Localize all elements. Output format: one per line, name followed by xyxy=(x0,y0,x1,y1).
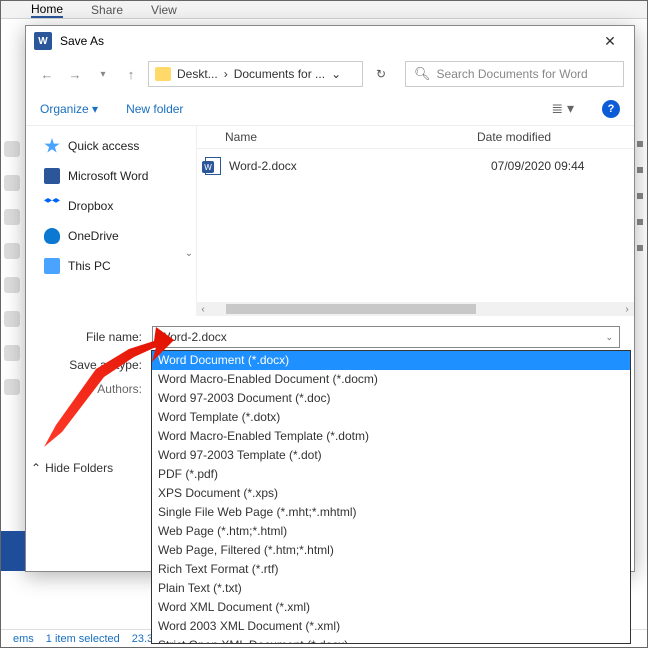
column-name[interactable]: Name xyxy=(197,130,477,144)
forward-button[interactable]: → xyxy=(64,63,86,85)
sidebar-onedrive[interactable]: OneDrive xyxy=(44,228,186,244)
dialog-title: Save As xyxy=(60,34,594,48)
ribbon-tab-home[interactable]: Home xyxy=(31,2,63,18)
sidebar-quick-access[interactable]: Quick access xyxy=(44,138,186,154)
background-blue-band xyxy=(1,531,25,571)
scroll-left-icon[interactable]: ‹ xyxy=(196,304,210,315)
scrollbar-thumb[interactable] xyxy=(226,304,476,314)
sidebar-this-pc[interactable]: This PC xyxy=(44,258,186,274)
background-right-fragment xyxy=(637,141,645,541)
breadcrumb-2[interactable]: Documents for ... xyxy=(234,67,325,81)
file-list: Name Date modified Word-2.docx 07/09/202… xyxy=(196,126,634,316)
dropdown-option[interactable]: Word Template (*.dotx) xyxy=(152,408,630,427)
search-icon: 🔍︎ xyxy=(414,66,431,82)
view-options-button[interactable]: ≣ ▾ xyxy=(551,100,574,117)
organize-button[interactable]: Organize ▾ xyxy=(40,102,98,116)
dropdown-option[interactable]: Single File Web Page (*.mht;*.mhtml) xyxy=(152,503,630,522)
scroll-right-icon[interactable]: › xyxy=(620,304,634,315)
new-folder-button[interactable]: New folder xyxy=(126,102,183,116)
dropdown-option[interactable]: Web Page, Filtered (*.htm;*.html) xyxy=(152,541,630,560)
word-icon xyxy=(44,168,60,184)
dropdown-option[interactable]: Web Page (*.htm;*.html) xyxy=(152,522,630,541)
file-name: Word-2.docx xyxy=(229,159,491,173)
back-button[interactable]: ← xyxy=(36,63,58,85)
authors-label: Authors: xyxy=(40,382,152,396)
explorer-ribbon: Home Share View xyxy=(1,1,647,19)
sidebar-dropbox[interactable]: Dropbox xyxy=(44,198,186,214)
dropbox-icon xyxy=(44,198,60,214)
horizontal-scrollbar[interactable]: ‹ › xyxy=(196,302,634,316)
address-dropdown[interactable]: ⌄ xyxy=(331,67,341,81)
nav-sidebar: Quick access Microsoft Word Dropbox OneD… xyxy=(26,126,196,316)
dropdown-option[interactable]: Word XML Document (*.xml) xyxy=(152,598,630,617)
background-sidebar xyxy=(4,141,20,395)
dropdown-option[interactable]: XPS Document (*.xps) xyxy=(152,484,630,503)
onedrive-icon xyxy=(44,228,60,244)
dropdown-option[interactable]: Word 97-2003 Document (*.doc) xyxy=(152,389,630,408)
pc-icon xyxy=(44,258,60,274)
star-icon xyxy=(44,138,60,154)
dropdown-option[interactable]: PDF (*.pdf) xyxy=(152,465,630,484)
nav-bar: ← → ▾ ↑ Deskt... › Documents for ... ⌄ ↻… xyxy=(26,56,634,92)
word-app-icon: W xyxy=(34,32,52,50)
address-bar[interactable]: Deskt... › Documents for ... ⌄ xyxy=(148,61,363,87)
column-date[interactable]: Date modified xyxy=(477,130,551,144)
breadcrumb-1[interactable]: Deskt... xyxy=(177,67,218,81)
dropdown-option[interactable]: Word Document (*.docx) xyxy=(152,351,630,370)
chevron-down-icon[interactable]: ⌄ xyxy=(605,332,613,343)
ribbon-tab-share[interactable]: Share xyxy=(91,3,123,17)
folder-icon xyxy=(155,67,171,81)
search-placeholder: Search Documents for Word xyxy=(437,67,588,81)
docx-icon xyxy=(205,157,221,175)
toolbar: Organize ▾ New folder ≣ ▾ ? xyxy=(26,92,634,126)
search-box[interactable]: 🔍︎ Search Documents for Word xyxy=(405,61,624,87)
dropdown-option[interactable]: Rich Text Format (*.rtf) xyxy=(152,560,630,579)
recent-button[interactable]: ▾ xyxy=(92,63,114,85)
help-button[interactable]: ? xyxy=(602,100,620,118)
status-items: ems xyxy=(13,633,34,645)
titlebar: W Save As ✕ xyxy=(26,26,634,56)
breadcrumb-sep: › xyxy=(224,67,228,81)
dropdown-option[interactable]: Plain Text (*.txt) xyxy=(152,579,630,598)
sidebar-scroll-down[interactable]: ⌄ xyxy=(182,246,196,260)
dropdown-option[interactable]: Word 2003 XML Document (*.xml) xyxy=(152,617,630,636)
file-row[interactable]: Word-2.docx 07/09/2020 09:44 xyxy=(197,149,634,183)
ribbon-tab-view[interactable]: View xyxy=(151,3,177,17)
up-button[interactable]: ↑ xyxy=(120,63,142,85)
hide-folders-button[interactable]: ⌃ Hide Folders xyxy=(31,461,113,475)
dropdown-option[interactable]: Word Macro-Enabled Document (*.docm) xyxy=(152,370,630,389)
file-date: 07/09/2020 09:44 xyxy=(491,159,584,173)
file-list-header: Name Date modified xyxy=(197,126,634,149)
close-button[interactable]: ✕ xyxy=(594,27,626,55)
chevron-up-icon: ⌃ xyxy=(31,461,41,475)
savetype-label: Save as type: xyxy=(40,358,152,372)
status-selected: 1 item selected xyxy=(46,633,120,645)
filename-label: File name: xyxy=(40,330,152,344)
refresh-button[interactable]: ↻ xyxy=(369,62,393,86)
dropdown-option[interactable]: Strict Open XML Document (*.docx) xyxy=(152,636,630,644)
dropdown-option[interactable]: Word 97-2003 Template (*.dot) xyxy=(152,446,630,465)
savetype-dropdown-list[interactable]: Word Document (*.docx)Word Macro-Enabled… xyxy=(151,350,631,644)
sidebar-microsoft-word[interactable]: Microsoft Word xyxy=(44,168,186,184)
dropdown-option[interactable]: Word Macro-Enabled Template (*.dotm) xyxy=(152,427,630,446)
filename-input[interactable]: Word-2.docx ⌄ xyxy=(152,326,620,348)
